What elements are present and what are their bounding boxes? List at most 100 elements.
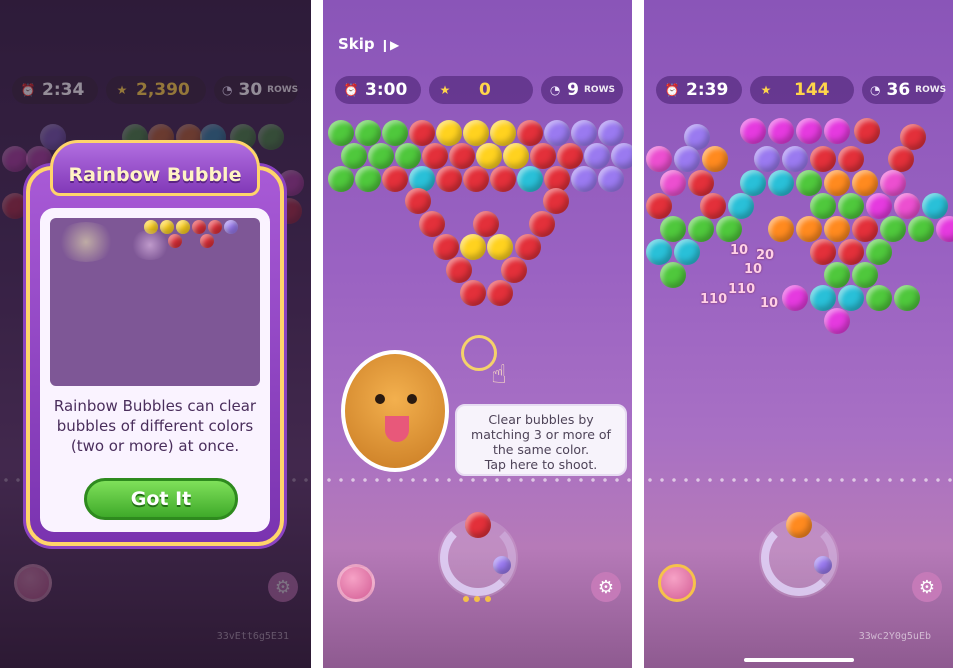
screen-rainbow-bubble-tutorial: ⏰ 2:34 ★ 2,390 ◔ 30 ROWS ⚙ Rainbow Bubbl…: [0, 0, 311, 668]
gear-icon[interactable]: ⚙: [591, 572, 621, 602]
bubble: [824, 308, 850, 334]
next-bubble[interactable]: [493, 556, 511, 574]
tutorial-preview: [50, 218, 260, 386]
bubble: [529, 211, 555, 237]
bubble: [936, 216, 953, 242]
star-icon: ★: [760, 83, 772, 97]
bubble: [501, 257, 527, 283]
dialog-header: Rainbow Bubble: [50, 140, 260, 196]
tooltip-line: Tap here to shoot.: [484, 457, 598, 472]
watermark-code: 33vEtt6g5E31: [216, 631, 289, 642]
preview-bubble: [192, 220, 206, 234]
bubble: [782, 285, 808, 311]
current-bubble: [465, 512, 491, 538]
rows-value: 9: [567, 80, 579, 100]
bubble: [888, 146, 914, 172]
clock-icon: ⏰: [343, 83, 359, 97]
clock-icon: ⏰: [664, 83, 680, 97]
bubble: [866, 239, 892, 265]
timer-value: 2:39: [686, 80, 729, 100]
booster-button[interactable]: [337, 564, 375, 602]
home-indicator: [744, 658, 854, 662]
bubble: [646, 239, 672, 265]
aim-line: [644, 478, 953, 482]
skip-icon: ❙▶: [379, 38, 400, 52]
bubble: [838, 146, 864, 172]
bubble: [866, 193, 892, 219]
bubble: [688, 216, 714, 242]
preview-bubble: [200, 234, 214, 248]
bubble: [436, 166, 462, 192]
bubble: [646, 146, 672, 172]
bubble: [433, 234, 459, 260]
bubble: [782, 146, 808, 172]
tooltip-line: the same color.: [492, 442, 590, 457]
bubble: [810, 193, 836, 219]
bubble: [436, 120, 462, 146]
bubble: [487, 280, 513, 306]
bubble: [740, 170, 766, 196]
score-popup: 10: [744, 262, 763, 277]
rows-pill: ◔ 36 ROWS: [862, 76, 947, 104]
bubble: [490, 166, 516, 192]
rows-unit: ROWS: [915, 85, 947, 95]
bubble: [838, 239, 864, 265]
bubble: [611, 143, 632, 169]
bubble: [660, 262, 686, 288]
hand-pointer-icon: ☝: [491, 360, 507, 390]
score-popup: 110: [728, 282, 756, 297]
bubble: [422, 143, 448, 169]
screen-shoot-tutorial: Skip ❙▶ ⏰ 3:00 ★ 0 ◔ 9 ROWS ☝ Clear bubb…: [323, 0, 632, 668]
booster-button[interactable]: [658, 564, 696, 602]
bubble: [852, 262, 878, 288]
bubble: [460, 234, 486, 260]
tooltip-line: Clear bubbles by: [488, 412, 594, 427]
sparkle-effect: [130, 230, 170, 260]
got-it-button[interactable]: Got It: [84, 478, 238, 520]
ammo-dot: [474, 596, 480, 602]
bubble: [530, 143, 556, 169]
bubble: [824, 170, 850, 196]
bubble: [740, 118, 766, 144]
bubble: [880, 216, 906, 242]
preview-bubble: [208, 220, 222, 234]
bubble: [487, 234, 513, 260]
bubble: [598, 166, 624, 192]
hud: ⏰ 2:39 ★ 144 ◔ 36 ROWS: [654, 76, 947, 106]
dog-mascot: [341, 350, 449, 472]
bubble: [880, 170, 906, 196]
bubble: [463, 120, 489, 146]
rows-icon: ◔: [870, 83, 881, 97]
bubble: [584, 143, 610, 169]
bubble: [908, 216, 934, 242]
bubble: [463, 166, 489, 192]
bubble: [728, 193, 754, 219]
bubble: [382, 166, 408, 192]
next-bubble[interactable]: [814, 556, 832, 574]
preview-bubble: [160, 220, 174, 234]
bubble: [810, 239, 836, 265]
bubble: [405, 188, 431, 214]
bubble: [824, 118, 850, 144]
bubble: [796, 216, 822, 242]
score-pill: ★ 144: [750, 76, 854, 104]
bubble: [449, 143, 475, 169]
score-popup: 110: [700, 292, 728, 307]
bubble: [852, 170, 878, 196]
bubble: [922, 193, 948, 219]
tutorial-tooltip[interactable]: Clear bubbles by matching 3 or more of t…: [455, 404, 627, 476]
gear-icon[interactable]: ⚙: [912, 572, 942, 602]
ammo-dot: [463, 596, 469, 602]
preview-bubble: [176, 220, 190, 234]
score-popup: 20: [756, 248, 775, 263]
mascot-eye: [407, 394, 417, 404]
watermark-code: 33wc2Y0g5uEb: [858, 631, 931, 642]
bubble: [796, 118, 822, 144]
skip-button[interactable]: Skip ❙▶: [338, 35, 399, 53]
dialog-message: Rainbow Bubbles can clear bubbles of dif…: [53, 397, 257, 455]
score-value: 144: [794, 80, 830, 100]
bubble: [543, 188, 569, 214]
bubble: [517, 120, 543, 146]
bubble: [810, 146, 836, 172]
bubble: [824, 216, 850, 242]
